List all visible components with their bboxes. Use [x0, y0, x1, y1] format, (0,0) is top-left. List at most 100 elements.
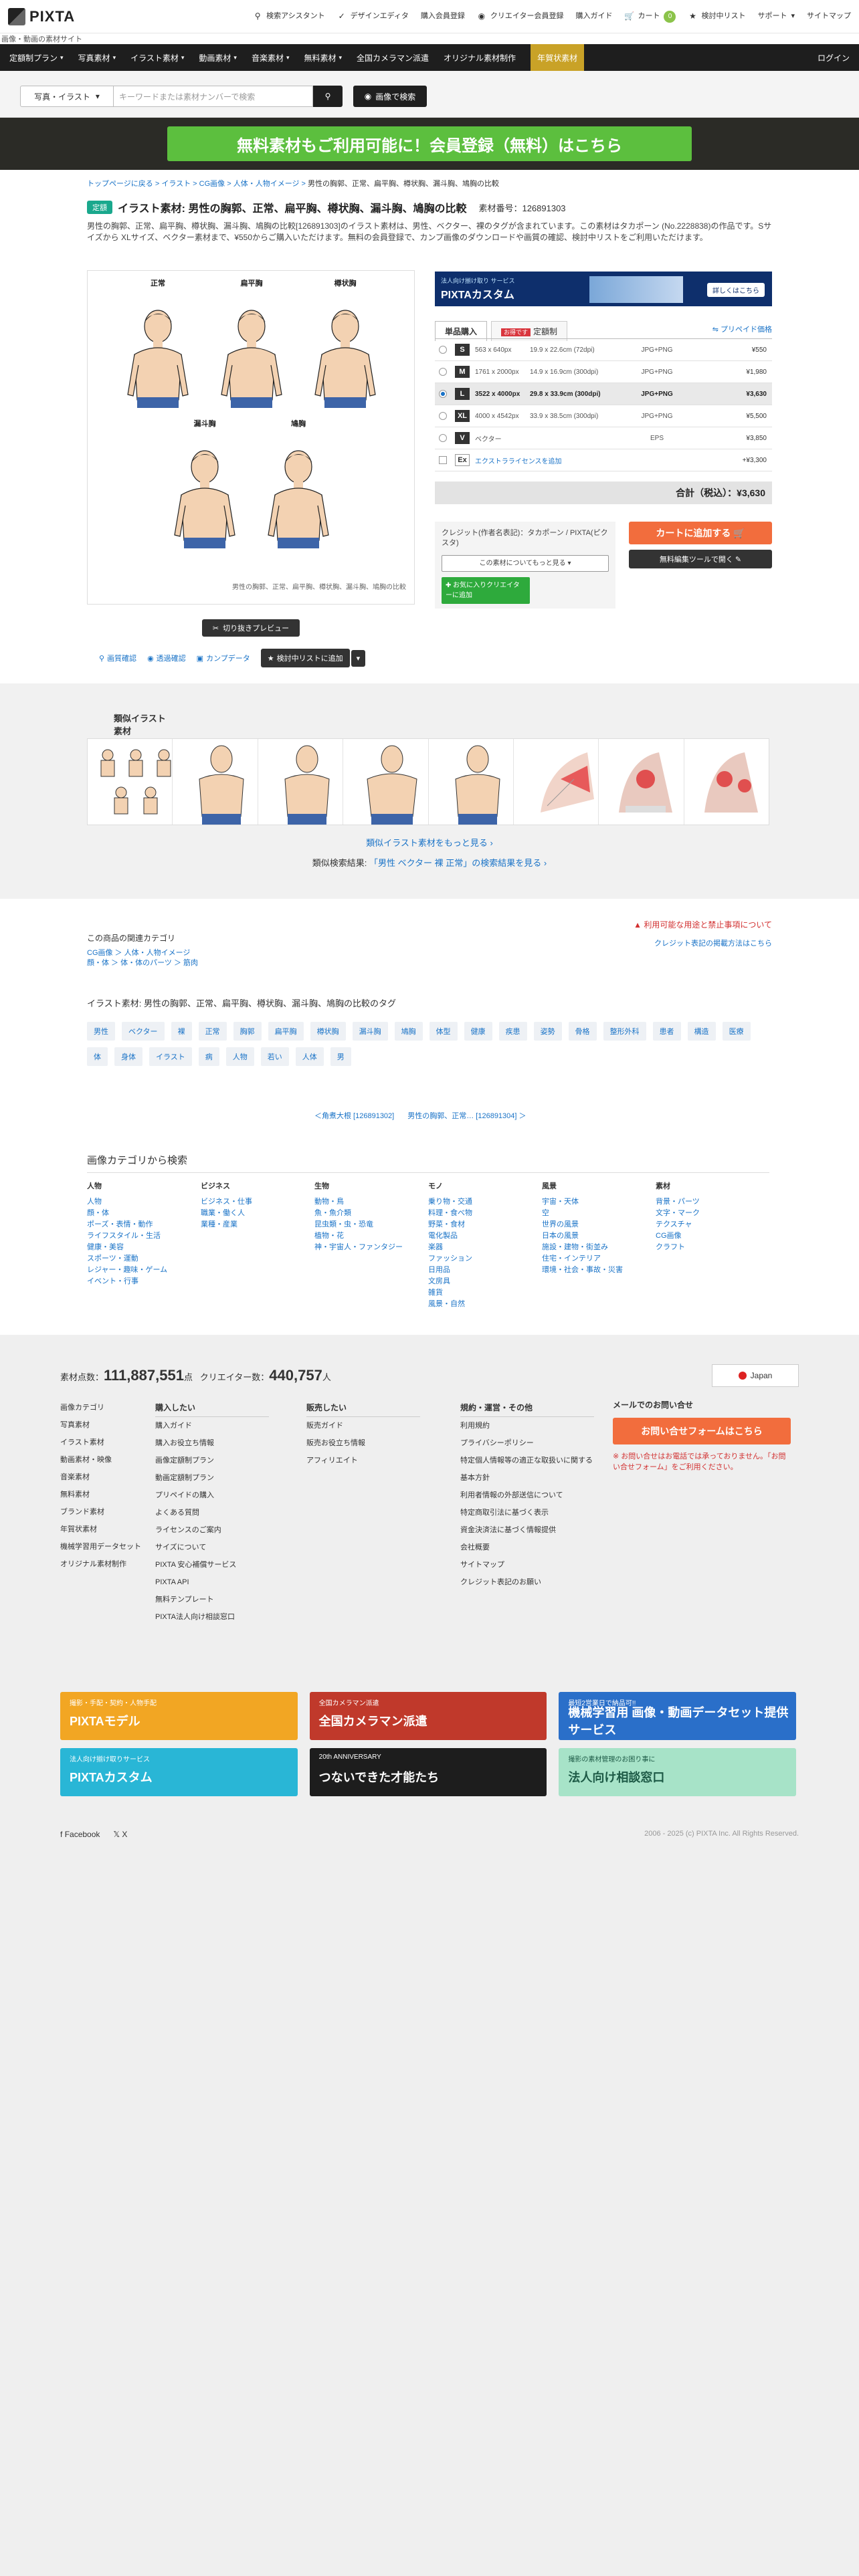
category-link[interactable]: イベント・行事: [87, 1276, 201, 1287]
category-link[interactable]: 昆虫類・虫・恐竜: [314, 1219, 428, 1230]
nav-support[interactable]: サポート ▾: [757, 12, 795, 21]
add-to-wishlist-button[interactable]: ★ 検討中リストに追加: [260, 649, 350, 667]
extra-license-checkbox[interactable]: [439, 456, 447, 464]
pixta-logo[interactable]: PIXTA: [8, 7, 75, 25]
category-link[interactable]: 野菜・食材: [428, 1219, 542, 1230]
footer-ad-banner[interactable]: 20th ANNIVERSARY つないできた才能たち: [309, 1748, 547, 1796]
footer-link[interactable]: 画像定額制プラン: [155, 1452, 269, 1469]
category-link[interactable]: 乗り物・交通: [428, 1196, 542, 1208]
more-about-button[interactable]: この素材についてもっと見る ▾: [442, 555, 609, 572]
related-category-link[interactable]: 顔・体 ＞ 体・体のパーツ ＞ 筋肉: [87, 958, 198, 968]
category-link[interactable]: 空: [542, 1208, 656, 1219]
footer-link[interactable]: プライバシーポリシー: [460, 1434, 594, 1452]
search-input[interactable]: キーワードまたは素材ナンバーで検索: [114, 86, 313, 107]
tag[interactable]: 胸郭: [233, 1022, 262, 1041]
tag[interactable]: 身体: [114, 1047, 142, 1066]
tag[interactable]: 樽状胸: [310, 1022, 346, 1041]
ad-button[interactable]: 詳しくはこちら: [707, 283, 765, 297]
breadcrumb-link[interactable]: トップページに戻る: [87, 180, 153, 188]
footer-link[interactable]: 購入お役立ち情報: [155, 1434, 269, 1452]
footer-link[interactable]: 購入ガイド: [155, 1417, 269, 1434]
category-link[interactable]: 雑貨: [428, 1287, 542, 1299]
tag[interactable]: 患者: [652, 1022, 681, 1041]
category-link[interactable]: ビジネス・仕事: [201, 1196, 314, 1208]
tag[interactable]: 男性: [87, 1022, 115, 1041]
category-link[interactable]: 職業・働く人: [201, 1208, 314, 1219]
tag[interactable]: イラスト: [149, 1047, 192, 1066]
size-option-row[interactable]: V ベクター EPS ¥3,850: [435, 427, 772, 449]
category-link[interactable]: スポーツ・運動: [87, 1253, 201, 1265]
breadcrumb-link[interactable]: 人体・人物イメージ: [233, 180, 300, 188]
related-category-link[interactable]: CG画像 ＞ 人体・人物イメージ: [87, 948, 198, 958]
category-link[interactable]: 電化製品: [428, 1230, 542, 1242]
footer-link[interactable]: 特定商取引法に基づく表示: [460, 1504, 594, 1521]
size-option-row[interactable]: S 563 x 640px 19.9 x 22.6cm (72dpi) JPG+…: [435, 339, 772, 361]
signup-banner-button[interactable]: 無料素材もご利用可能に！会員登録（無料）はこちら: [167, 126, 692, 161]
extra-license-link[interactable]: エクストラライセンスを追加: [475, 455, 562, 465]
similar-thumb[interactable]: [429, 739, 514, 825]
category-link[interactable]: 業種・産業: [201, 1219, 314, 1230]
tag[interactable]: 体: [87, 1047, 108, 1066]
footer-link[interactable]: 動画定額制プラン: [155, 1469, 269, 1487]
nav-sitemap[interactable]: サイトマップ: [807, 12, 851, 21]
nav-design-editor[interactable]: ✓ デザインエディタ: [337, 12, 409, 21]
footer-link[interactable]: 利用者情報の外部送信について: [460, 1487, 594, 1504]
tag[interactable]: 疾患: [498, 1022, 527, 1041]
similar-thumb[interactable]: [684, 739, 769, 825]
tag[interactable]: 骨格: [568, 1022, 597, 1041]
category-link[interactable]: 楽器: [428, 1242, 542, 1253]
nav-purchase-guide[interactable]: 購入ガイド: [575, 12, 612, 21]
nav-search-assistant[interactable]: ⚲ 検索アシスタント: [253, 12, 325, 21]
footer-link[interactable]: PIXTA法人向け相談窓口: [155, 1608, 269, 1626]
open-editor-button[interactable]: 無料編集ツールで開く ✎: [629, 550, 772, 568]
menu-plans[interactable]: 定額制プラン ▾: [9, 52, 64, 64]
category-link[interactable]: 動物・鳥: [314, 1196, 428, 1208]
similar-result-link[interactable]: 「男性 ベクター 裸 正常」の検索結果を見る: [369, 858, 541, 868]
tag[interactable]: 裸: [171, 1022, 192, 1041]
extra-license-row[interactable]: Ex エクストラライセンスを追加 +¥3,300: [435, 449, 772, 471]
footer-link[interactable]: クレジット表記のお願い: [460, 1574, 594, 1591]
category-link[interactable]: 文房具: [428, 1276, 542, 1287]
footer-ad-banner[interactable]: 撮影・手配・契約・人物手配 PIXTAモデル: [60, 1692, 298, 1740]
size-radio[interactable]: [439, 412, 447, 420]
tag[interactable]: 男: [330, 1047, 351, 1066]
x-link[interactable]: 𝕏 X: [113, 1830, 127, 1839]
similar-more-link[interactable]: 類似イラスト素材をもっと見る ›: [0, 836, 859, 849]
category-link[interactable]: 施設・建物・街並み: [542, 1242, 656, 1253]
category-link[interactable]: 文字・マーク: [656, 1208, 769, 1219]
footer-link[interactable]: よくある質問: [155, 1504, 269, 1521]
category-link[interactable]: 顔・体: [87, 1208, 201, 1219]
menu-photographer[interactable]: 全国カメラマン派遣: [357, 52, 429, 64]
menu-nengajo[interactable]: 年賀状素材: [531, 43, 585, 72]
size-radio[interactable]: [439, 390, 447, 398]
nav-creator-register[interactable]: ◉ クリエイター会員登録: [477, 12, 564, 21]
similar-thumb[interactable]: [343, 739, 429, 825]
category-link[interactable]: 環境・社会・事故・災害: [542, 1265, 656, 1276]
size-radio[interactable]: [439, 346, 447, 354]
footer-link[interactable]: PIXTA 安心補償サービス: [155, 1556, 269, 1574]
tag[interactable]: 人体: [295, 1047, 324, 1066]
similar-thumb[interactable]: [514, 739, 599, 825]
tag[interactable]: 整形外科: [603, 1022, 646, 1041]
tag[interactable]: 病: [198, 1047, 219, 1066]
similar-thumb[interactable]: [173, 739, 258, 825]
category-link[interactable]: 人物: [87, 1196, 201, 1208]
follow-creator-button[interactable]: ✚ お気に入りクリエイターに追加: [442, 577, 530, 604]
footer-link[interactable]: 資金決済法に基づく情報提供: [460, 1521, 594, 1539]
similar-thumb[interactable]: [599, 739, 684, 825]
category-link[interactable]: CG画像: [656, 1230, 769, 1242]
category-link[interactable]: ファッション: [428, 1253, 542, 1265]
category-link[interactable]: 背景・パーツ: [656, 1196, 769, 1208]
category-link[interactable]: 日用品: [428, 1265, 542, 1276]
tag[interactable]: 人物: [225, 1047, 254, 1066]
tag[interactable]: 健康: [464, 1022, 492, 1041]
add-to-cart-button[interactable]: カートに追加する 🛒: [629, 522, 772, 544]
crop-preview-button[interactable]: ✂ 切り抜きプレビュー: [202, 619, 300, 637]
category-link[interactable]: 風景・自然: [428, 1299, 542, 1310]
nav-buyer-register[interactable]: 購入会員登録: [421, 12, 465, 21]
tag[interactable]: 医療: [722, 1022, 751, 1041]
nav-cart[interactable]: 🛒 カート 0: [624, 10, 676, 23]
category-link[interactable]: ポーズ・表情・動作: [87, 1219, 201, 1230]
breadcrumb-link[interactable]: CG画像: [199, 180, 225, 188]
category-link[interactable]: 日本の風景: [542, 1230, 656, 1242]
